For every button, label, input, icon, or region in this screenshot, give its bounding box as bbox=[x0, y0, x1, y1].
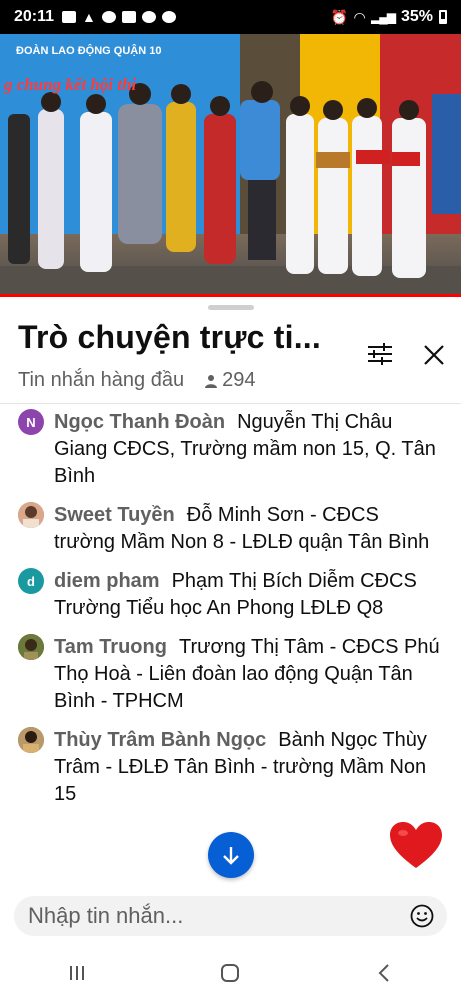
avatar[interactable] bbox=[18, 727, 44, 753]
message-body: Ngọc Thanh Đoàn Nguyễn Thị Châu Giang CĐC… bbox=[54, 409, 445, 490]
banner-text-1: ĐOÀN LAO ĐỘNG QUẬN 10 bbox=[16, 44, 161, 57]
viewer-count-value: 294 bbox=[222, 369, 256, 391]
message-author[interactable]: diem pham bbox=[54, 570, 160, 592]
arrow-down-icon bbox=[223, 847, 239, 865]
close-icon[interactable] bbox=[420, 341, 448, 369]
battery-level: 35% bbox=[400, 8, 433, 25]
chat-message: Sweet Tuyền Đỗ Minh Sơn - CĐCS trường Mầm… bbox=[0, 502, 461, 556]
avatar[interactable]: N bbox=[18, 409, 44, 435]
avatar[interactable] bbox=[18, 502, 44, 528]
back-icon bbox=[378, 964, 389, 982]
message-input-bar bbox=[14, 896, 447, 936]
video-player[interactable]: ĐOÀN LAO ĐỘNG QUẬN 10 g chung kết hội th… bbox=[0, 34, 461, 296]
warning-icon: ▲ bbox=[82, 9, 96, 25]
home-button[interactable] bbox=[210, 953, 250, 993]
status-time: 20:11 bbox=[14, 8, 55, 25]
battery-icon bbox=[439, 10, 447, 24]
message-body: Tam Truong Trương Thị Tâm - CĐCS Phú Thọ … bbox=[54, 634, 445, 715]
home-icon bbox=[221, 964, 240, 982]
scroll-to-bottom-button[interactable] bbox=[208, 832, 254, 878]
divider bbox=[0, 403, 461, 404]
back-button[interactable] bbox=[364, 953, 404, 993]
message-author[interactable]: Ngọc Thanh Đoàn bbox=[54, 411, 225, 433]
chrome-icon bbox=[161, 11, 176, 23]
heart-reaction-button[interactable] bbox=[386, 818, 446, 874]
avatar-letter: N bbox=[26, 414, 36, 430]
system-navigation-bar bbox=[0, 946, 461, 1000]
signal-icon: ▂▄▆ bbox=[371, 10, 396, 24]
person-icon bbox=[205, 374, 218, 388]
alarm-icon: ⏰ bbox=[330, 8, 349, 25]
zalo-icon bbox=[121, 11, 136, 23]
message-body: diem pham Phạm Thị Bích Diễm CĐCS Trường … bbox=[54, 568, 445, 622]
recent-apps-button[interactable] bbox=[57, 953, 97, 993]
avatar[interactable]: d bbox=[18, 568, 44, 594]
message-list[interactable]: N Ngọc Thanh Đoàn Nguyễn Thị Châu Giang C… bbox=[0, 409, 461, 887]
viewer-count: 294 bbox=[204, 369, 255, 392]
messenger-icon bbox=[101, 11, 116, 23]
facebook-icon bbox=[141, 11, 156, 23]
message-body: Thùy Trâm Bành Ngọc Bành Ngọc Thùy Trâm -… bbox=[54, 727, 445, 808]
system-icons: ⏰ ◠ ▂▄▆ 35% bbox=[331, 8, 447, 26]
avatar-photo bbox=[18, 727, 44, 753]
recent-apps-icon bbox=[69, 966, 84, 980]
tune-icon[interactable] bbox=[364, 341, 396, 367]
message-author[interactable]: Sweet Tuyền bbox=[54, 504, 175, 526]
notification-icons: ▲ bbox=[62, 9, 176, 25]
message-author[interactable]: Tam Truong bbox=[54, 636, 167, 658]
chat-mode-selector[interactable]: Tin nhắn hàng đầu 294 bbox=[18, 369, 255, 392]
message-input[interactable] bbox=[28, 903, 409, 929]
live-chat-panel: Trò chuyện trực ti... Tin nhắn hàng đầu … bbox=[0, 297, 461, 1000]
chat-message: Tam Truong Trương Thị Tâm - CĐCS Phú Thọ … bbox=[0, 634, 461, 715]
status-bar: 20:11 ▲ ⏰ ◠ ▂▄▆ 35% bbox=[0, 0, 461, 34]
message-author[interactable]: Thùy Trâm Bành Ngọc bbox=[54, 729, 266, 751]
chat-message: N Ngọc Thanh Đoàn Nguyễn Thị Châu Giang C… bbox=[0, 409, 461, 490]
chat-title: Trò chuyện trực ti... bbox=[18, 319, 321, 355]
avatar-photo bbox=[18, 502, 44, 528]
chat-message: d diem pham Phạm Thị Bích Diễm CĐCS Trườn… bbox=[0, 568, 461, 622]
avatar-letter: d bbox=[27, 573, 35, 589]
avatar-photo bbox=[18, 634, 44, 660]
video-frame: ĐOÀN LAO ĐỘNG QUẬN 10 g chung kết hội th… bbox=[0, 34, 461, 296]
chat-message: Thùy Trâm Bành Ngọc Bành Ngọc Thùy Trâm -… bbox=[0, 727, 461, 808]
emoji-icon[interactable] bbox=[409, 903, 435, 929]
youtube-icon bbox=[62, 11, 77, 23]
banner-text-2: g chung kết hội thi bbox=[3, 75, 137, 94]
chat-mode-label: Tin nhắn hàng đầu bbox=[18, 369, 185, 391]
drag-handle[interactable] bbox=[208, 305, 254, 310]
avatar[interactable] bbox=[18, 634, 44, 660]
heart-icon bbox=[390, 822, 442, 868]
wifi-icon: ◠ bbox=[354, 8, 365, 25]
message-body: Sweet Tuyền Đỗ Minh Sơn - CĐCS trường Mầm… bbox=[54, 502, 445, 556]
